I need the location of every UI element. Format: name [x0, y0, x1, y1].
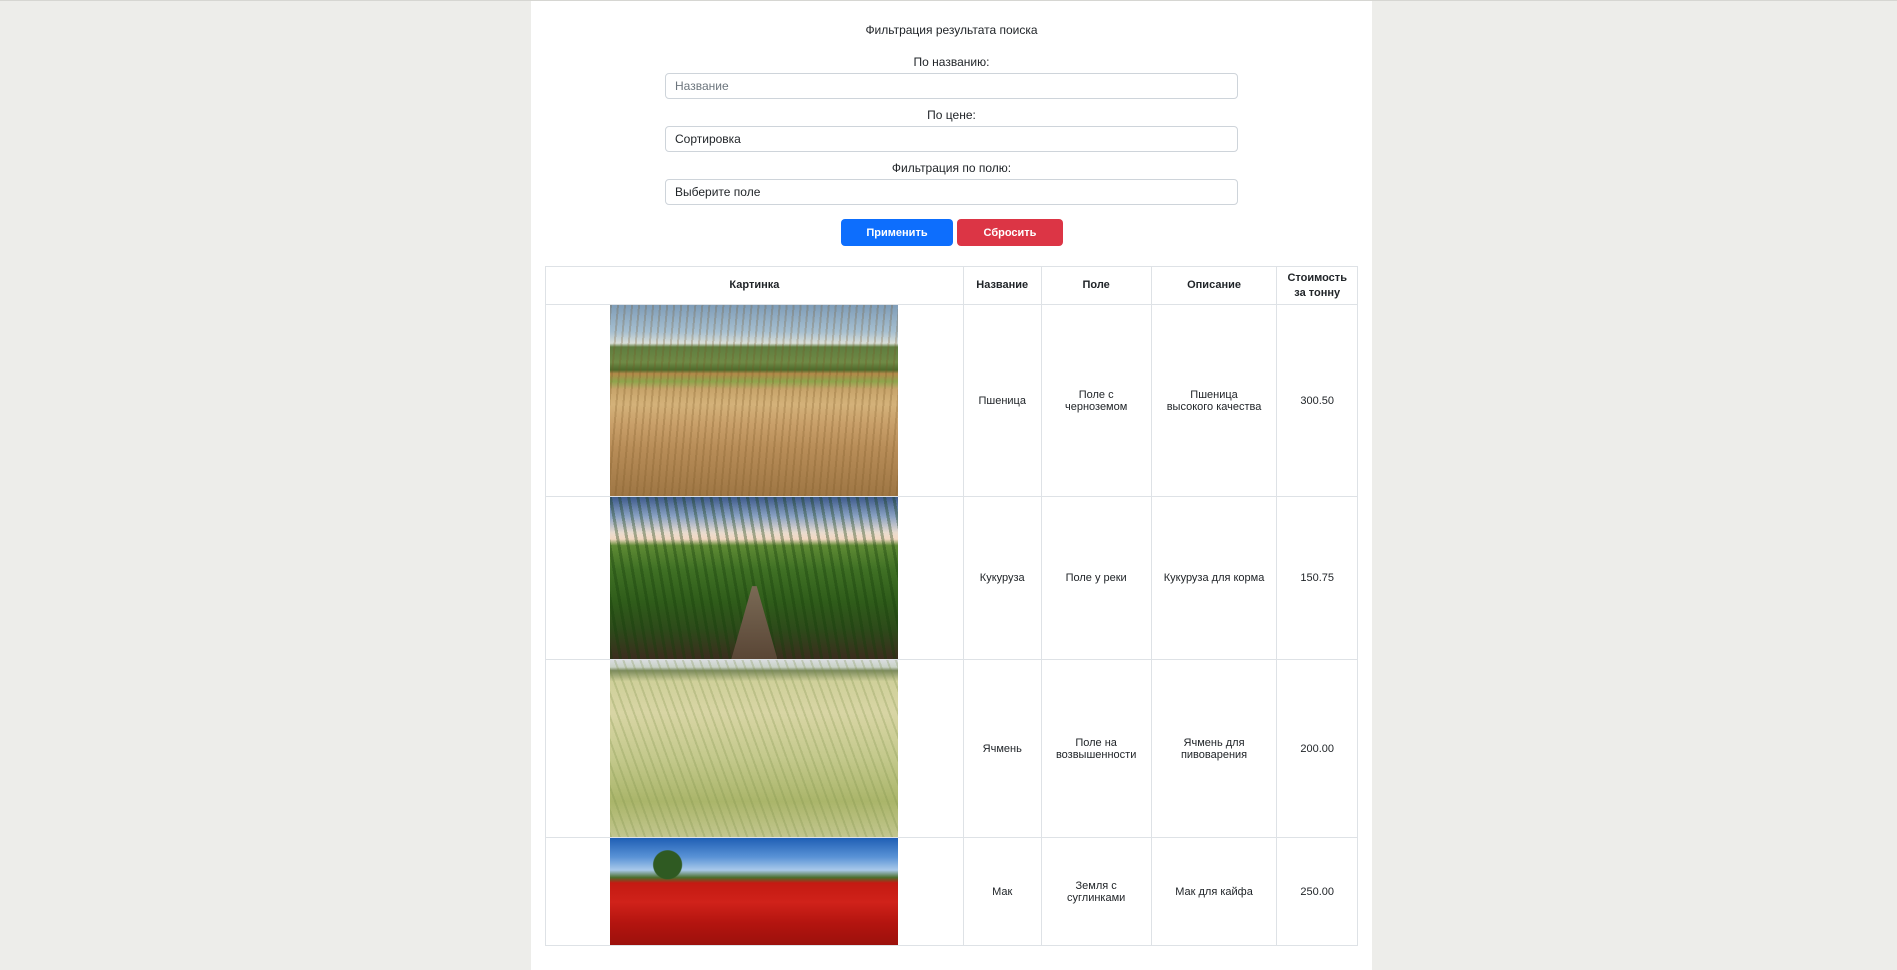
- table-header-row: Картинка Название Поле Описание Стоимост…: [545, 266, 1358, 305]
- column-header-name: Название: [962, 266, 1042, 305]
- name-cell: Кукуруза: [962, 496, 1042, 660]
- description-cell: Ячмень для пивоварения: [1150, 659, 1278, 838]
- description-cell: Кукуруза для корма: [1150, 496, 1278, 660]
- results-table: Картинка Название Поле Описание Стоимост…: [545, 266, 1358, 946]
- field-cell: Поле с черноземом: [1040, 304, 1152, 497]
- column-header-price: Стоимость за тонну: [1276, 266, 1358, 305]
- price-cell: 150.75: [1276, 496, 1358, 660]
- name-filter-input[interactable]: [665, 73, 1238, 99]
- image-cell: [545, 837, 964, 946]
- price-sort-select[interactable]: Сортировка: [665, 126, 1238, 152]
- image-cell: [545, 496, 964, 660]
- field-cell: Земля с суглинками: [1040, 837, 1152, 946]
- table-row: Ячмень Поле на возвышенности Ячмень для …: [545, 659, 1358, 838]
- column-header-description: Описание: [1150, 266, 1278, 305]
- description-cell: Мак для кайфа: [1150, 837, 1278, 946]
- main-content: Фильтрация результата поиска По названию…: [531, 1, 1372, 970]
- column-header-field: Поле: [1040, 266, 1152, 305]
- filter-title: Фильтрация результата поиска: [865, 23, 1038, 37]
- barley-field-photo: [610, 660, 899, 837]
- wheat-field-photo: [610, 305, 899, 496]
- price-sort-label: По цене:: [927, 108, 976, 122]
- corn-field-photo: [610, 497, 899, 659]
- table-row: Пшеница Поле с черноземом Пшеница высоко…: [545, 304, 1358, 497]
- name-cell: Пшеница: [962, 304, 1042, 497]
- table-row: Мак Земля с суглинками Мак для кайфа 250…: [545, 837, 1358, 946]
- name-cell: Мак: [962, 837, 1042, 946]
- field-cell: Поле на возвышенности: [1040, 659, 1152, 838]
- field-filter-label: Фильтрация по полю:: [891, 161, 1012, 175]
- price-cell: 250.00: [1276, 837, 1358, 946]
- image-cell: [545, 304, 964, 497]
- description-cell: Пшеница высокого качества: [1150, 304, 1278, 497]
- column-header-image: Картинка: [545, 266, 964, 305]
- price-cell: 200.00: [1276, 659, 1358, 838]
- reset-filter-button[interactable]: Сбросить фильтр: [957, 219, 1063, 266]
- poppy-field-photo: [610, 838, 899, 945]
- field-cell: Поле у реки: [1040, 496, 1152, 660]
- name-filter-label: По названию:: [913, 55, 990, 69]
- field-filter-select[interactable]: Выберите поле: [665, 179, 1238, 205]
- name-cell: Ячмень: [962, 659, 1042, 838]
- price-cell: 300.50: [1276, 304, 1358, 497]
- table-row: Кукуруза Поле у реки Кукуруза для корма …: [545, 496, 1358, 660]
- image-cell: [545, 659, 964, 838]
- apply-filter-button[interactable]: Применить фильтр: [841, 219, 953, 266]
